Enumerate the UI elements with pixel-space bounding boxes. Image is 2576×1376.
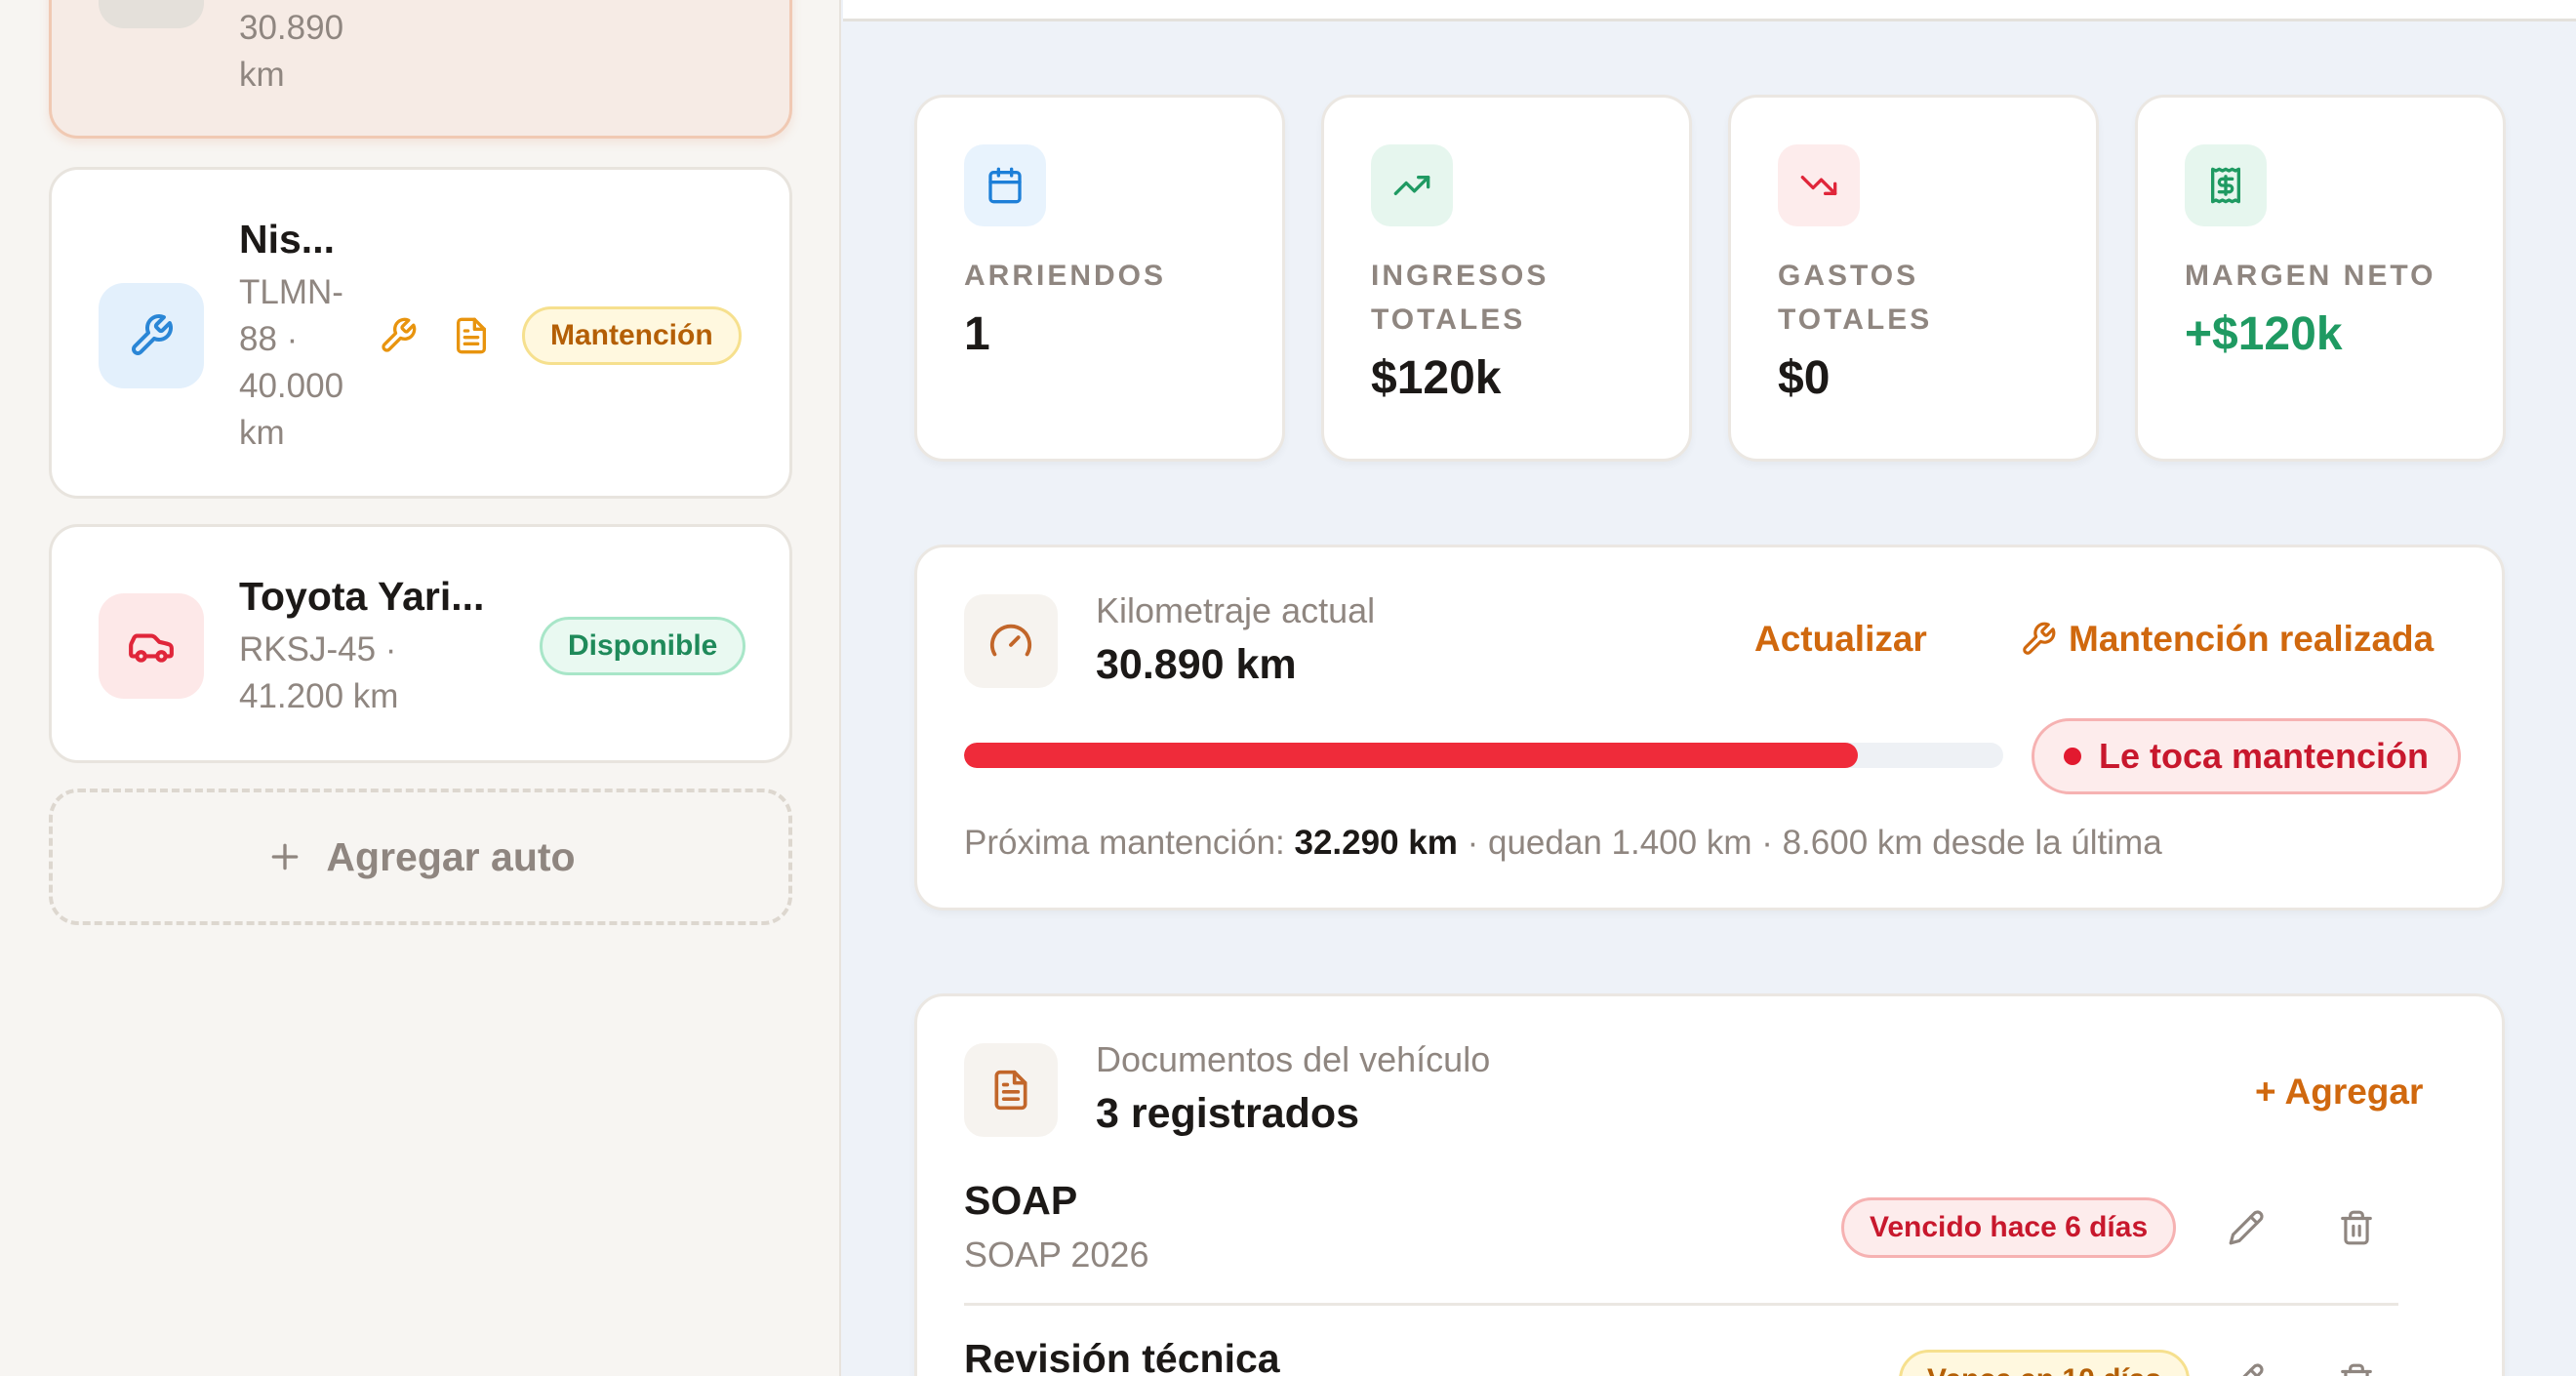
plus-icon <box>272 843 299 870</box>
maintenance-progress-fill <box>964 743 1858 768</box>
documents-label: Documentos del vehículo <box>1096 1039 1491 1079</box>
mileage-panel: Kilometraje actual 30.890 km Actualizar … <box>914 545 2505 911</box>
stat-value: $0 <box>1778 352 1831 404</box>
mileage-label: Kilometraje actual <box>1096 590 1376 630</box>
trending-up-icon <box>1371 144 1453 226</box>
car-card-nissan[interactable]: Nis... TLMN- 88 · 40.000 km Mantención <box>49 167 792 499</box>
stat-card-arriendos: ARRIENDOS 1 <box>914 95 1285 462</box>
status-badge: Mantención <box>522 306 742 365</box>
receipt-dollar-icon <box>2185 144 2267 226</box>
top-bar <box>843 0 2576 21</box>
documents-panel: Documentos del vehículo 3 registrados + … <box>914 993 2505 1376</box>
wrench-icon <box>377 314 420 357</box>
alert-dot-icon <box>2063 748 2081 765</box>
vehicle-sidebar: 30.890 km Nis... TLMN- 88 · 40.000 km Ma… <box>0 0 841 1376</box>
document-status-badge: Vencido hace 6 días <box>1841 1197 2177 1258</box>
car-icon <box>129 633 174 663</box>
stat-card-gastos: GASTOS TOTALES $0 <box>1728 95 2099 462</box>
car-meta: 30.890 km <box>239 9 344 94</box>
add-document-button[interactable]: + Agregar <box>2255 1072 2423 1113</box>
stat-value: 1 <box>964 308 990 360</box>
trash-icon[interactable] <box>2333 1204 2380 1251</box>
wrench-icon <box>2023 622 2056 655</box>
car-card-toyota[interactable]: Toyota Yari... RKSJ-45 · 41.200 km Dispo… <box>49 524 792 763</box>
car-name: Toyota Yari... <box>239 574 485 619</box>
status-badge: Disponible <box>540 617 746 675</box>
trending-down-icon <box>1778 144 1860 226</box>
stat-card-ingresos: INGRESOS TOTALES $120k <box>1321 95 1692 462</box>
add-car-label: Agregar auto <box>326 833 576 879</box>
car-card-selected[interactable]: 30.890 km <box>49 0 792 139</box>
document-icon <box>964 1043 1058 1137</box>
car-avatar <box>99 283 204 388</box>
stat-label: ARRIENDOS <box>964 260 1167 292</box>
car-meta: TLMN- 88 · 40.000 km <box>239 273 344 452</box>
stat-card-margen: MARGEN NETO +$120k <box>2135 95 2506 462</box>
edit-icon[interactable] <box>2223 1357 2270 1376</box>
add-car-button[interactable]: Agregar auto <box>49 789 792 925</box>
calendar-icon <box>964 144 1046 226</box>
gauge-icon <box>964 594 1058 688</box>
edit-icon[interactable] <box>2223 1204 2270 1251</box>
row-divider <box>964 1303 2398 1306</box>
next-maintenance-text: Próxima mantención: 32.290 km · quedan 1… <box>964 824 2162 862</box>
car-name: Nis... <box>239 217 335 262</box>
car-avatar <box>99 0 204 28</box>
car-avatar <box>99 593 204 699</box>
document-title: SOAP <box>964 1178 1078 1223</box>
stat-value: +$120k <box>2185 308 2343 360</box>
documents-count: 3 registrados <box>1096 1090 1360 1137</box>
update-mileage-button[interactable]: Actualizar <box>1754 619 1927 660</box>
maintenance-alert-badge: Le toca mantención <box>2032 718 2461 794</box>
document-status-badge: Vence en 10 días <box>1899 1350 2191 1376</box>
trash-icon[interactable] <box>2333 1357 2380 1376</box>
stat-label: INGRESOS TOTALES <box>1371 260 1550 336</box>
maintenance-done-button[interactable]: Mantención realizada <box>2020 619 2434 660</box>
document-title: Revisión técnica <box>964 1336 1280 1376</box>
document-icon <box>450 314 493 357</box>
stat-label: MARGEN NETO <box>2185 260 2436 292</box>
car-meta: RKSJ-45 · 41.200 km <box>239 630 399 715</box>
stat-label: GASTOS TOTALES <box>1778 260 1933 336</box>
stat-value: $120k <box>1371 352 1502 404</box>
mileage-value: 30.890 km <box>1096 641 1297 688</box>
maintenance-progress-bar <box>964 743 2003 768</box>
document-subtitle: SOAP 2026 <box>964 1234 1149 1275</box>
wrench-icon <box>132 314 173 355</box>
